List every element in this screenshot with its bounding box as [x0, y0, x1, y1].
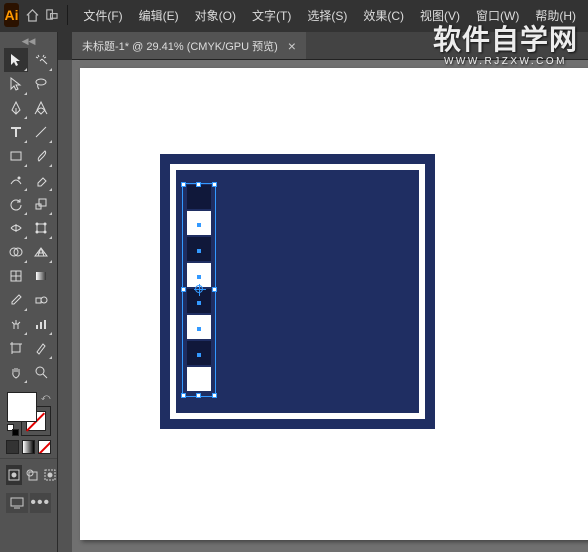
symbol-sprayer-tool[interactable]: [4, 312, 28, 336]
pen-tool[interactable]: [4, 96, 28, 120]
magic-wand-tool[interactable]: [29, 48, 53, 72]
eyedropper-tool[interactable]: [4, 288, 28, 312]
zoom-tool[interactable]: [29, 360, 53, 384]
document-tab-label: 未标题-1* @ 29.41% (CMYK/GPU 预览): [82, 38, 278, 54]
color-mode-gradient[interactable]: [22, 440, 35, 454]
color-mode-none[interactable]: [38, 440, 51, 454]
selection-handle[interactable]: [181, 393, 186, 398]
menu-edit[interactable]: 编辑(E): [131, 3, 187, 28]
default-colors-icon[interactable]: [7, 424, 19, 436]
app-bar: Ai 文件(F) 编辑(E) 对象(O) 文字(T) 选择(S) 效果(C) 视…: [0, 0, 588, 30]
fill-swatch[interactable]: [7, 392, 37, 422]
document-tab[interactable]: 未标题-1* @ 29.41% (CMYK/GPU 预览) ×: [72, 32, 306, 59]
menu-view[interactable]: 视图(V): [412, 3, 468, 28]
rotation-center-icon[interactable]: [195, 285, 203, 293]
canvas-scroll[interactable]: [72, 60, 588, 552]
scale-tool[interactable]: [29, 192, 53, 216]
curvature-tool[interactable]: [29, 96, 53, 120]
screen-mode-button[interactable]: [6, 493, 28, 513]
lasso-tool[interactable]: [29, 72, 53, 96]
menu-type[interactable]: 文字(T): [244, 3, 299, 28]
menu-bar: 文件(F) 编辑(E) 对象(O) 文字(T) 选择(S) 效果(C) 视图(V…: [75, 3, 584, 28]
selection-handle[interactable]: [212, 182, 217, 187]
anchor-point[interactable]: [197, 301, 201, 305]
swap-fill-stroke-icon[interactable]: ⤺: [41, 392, 51, 403]
selected-object-group[interactable]: [184, 185, 214, 395]
shaper-tool[interactable]: [4, 168, 28, 192]
type-tool[interactable]: [4, 120, 28, 144]
column-graph-tool[interactable]: [29, 312, 53, 336]
menu-select[interactable]: 选择(S): [299, 3, 355, 28]
rotate-tool[interactable]: [4, 192, 28, 216]
menu-file[interactable]: 文件(F): [75, 3, 130, 28]
selection-handle[interactable]: [212, 287, 217, 292]
anchor-point[interactable]: [197, 249, 201, 253]
mesh-tool[interactable]: [4, 264, 28, 288]
gradient-tool[interactable]: [29, 264, 53, 288]
divider: [67, 5, 68, 25]
artboard-tool[interactable]: [4, 336, 28, 360]
anchor-point[interactable]: [197, 275, 201, 279]
color-section: ⤺: [0, 386, 57, 440]
tool-grid: [0, 46, 57, 386]
shape-builder-tool[interactable]: [4, 240, 28, 264]
anchor-point[interactable]: [197, 327, 201, 331]
anchor-point[interactable]: [197, 353, 201, 357]
menu-help[interactable]: 帮助(H): [527, 3, 584, 28]
slice-tool[interactable]: [29, 336, 53, 360]
canvas-area: [58, 60, 588, 552]
orientation-toggle-icon[interactable]: [44, 3, 59, 27]
draw-inside-icon[interactable]: [42, 465, 58, 485]
selection-tool[interactable]: [4, 48, 28, 72]
selection-handle[interactable]: [212, 393, 217, 398]
app-logo: Ai: [4, 3, 19, 27]
menu-effect[interactable]: 效果(C): [355, 3, 412, 28]
edit-toolbar-button[interactable]: •••: [30, 493, 52, 513]
selection-handle[interactable]: [181, 182, 186, 187]
selection-handle[interactable]: [181, 287, 186, 292]
menu-object[interactable]: 对象(O): [187, 3, 244, 28]
selection-handle[interactable]: [196, 393, 201, 398]
blend-tool[interactable]: [29, 288, 53, 312]
close-tab-icon[interactable]: ×: [288, 38, 296, 54]
screen-mode-row: •••: [0, 489, 57, 517]
free-transform-tool[interactable]: [29, 216, 53, 240]
draw-mode-row: [0, 458, 57, 489]
menu-window[interactable]: 窗口(W): [468, 3, 527, 28]
anchor-point[interactable]: [197, 223, 201, 227]
artwork-square[interactable]: [187, 185, 211, 209]
toolbox-collapse-handle[interactable]: ◀◀: [0, 36, 57, 46]
line-segment-tool[interactable]: [29, 120, 53, 144]
fill-stroke-swatch[interactable]: ⤺: [7, 392, 51, 436]
hand-tool[interactable]: [4, 360, 28, 384]
width-tool[interactable]: [4, 216, 28, 240]
eraser-tool[interactable]: [29, 168, 53, 192]
draw-normal-icon[interactable]: [6, 465, 22, 485]
direct-selection-tool[interactable]: [4, 72, 28, 96]
color-mode-row: [0, 440, 57, 458]
home-icon[interactable]: [25, 3, 40, 27]
color-mode-solid[interactable]: [6, 440, 19, 454]
artwork-square[interactable]: [187, 367, 211, 391]
selection-handle[interactable]: [196, 182, 201, 187]
perspective-grid-tool[interactable]: [29, 240, 53, 264]
artboard[interactable]: [80, 68, 588, 540]
draw-behind-icon[interactable]: [24, 465, 40, 485]
document-tab-bar: 未标题-1* @ 29.41% (CMYK/GPU 预览) ×: [72, 32, 588, 60]
rectangle-tool[interactable]: [4, 144, 28, 168]
toolbox: ◀◀ ⤺: [0, 32, 58, 552]
paintbrush-tool[interactable]: [29, 144, 53, 168]
